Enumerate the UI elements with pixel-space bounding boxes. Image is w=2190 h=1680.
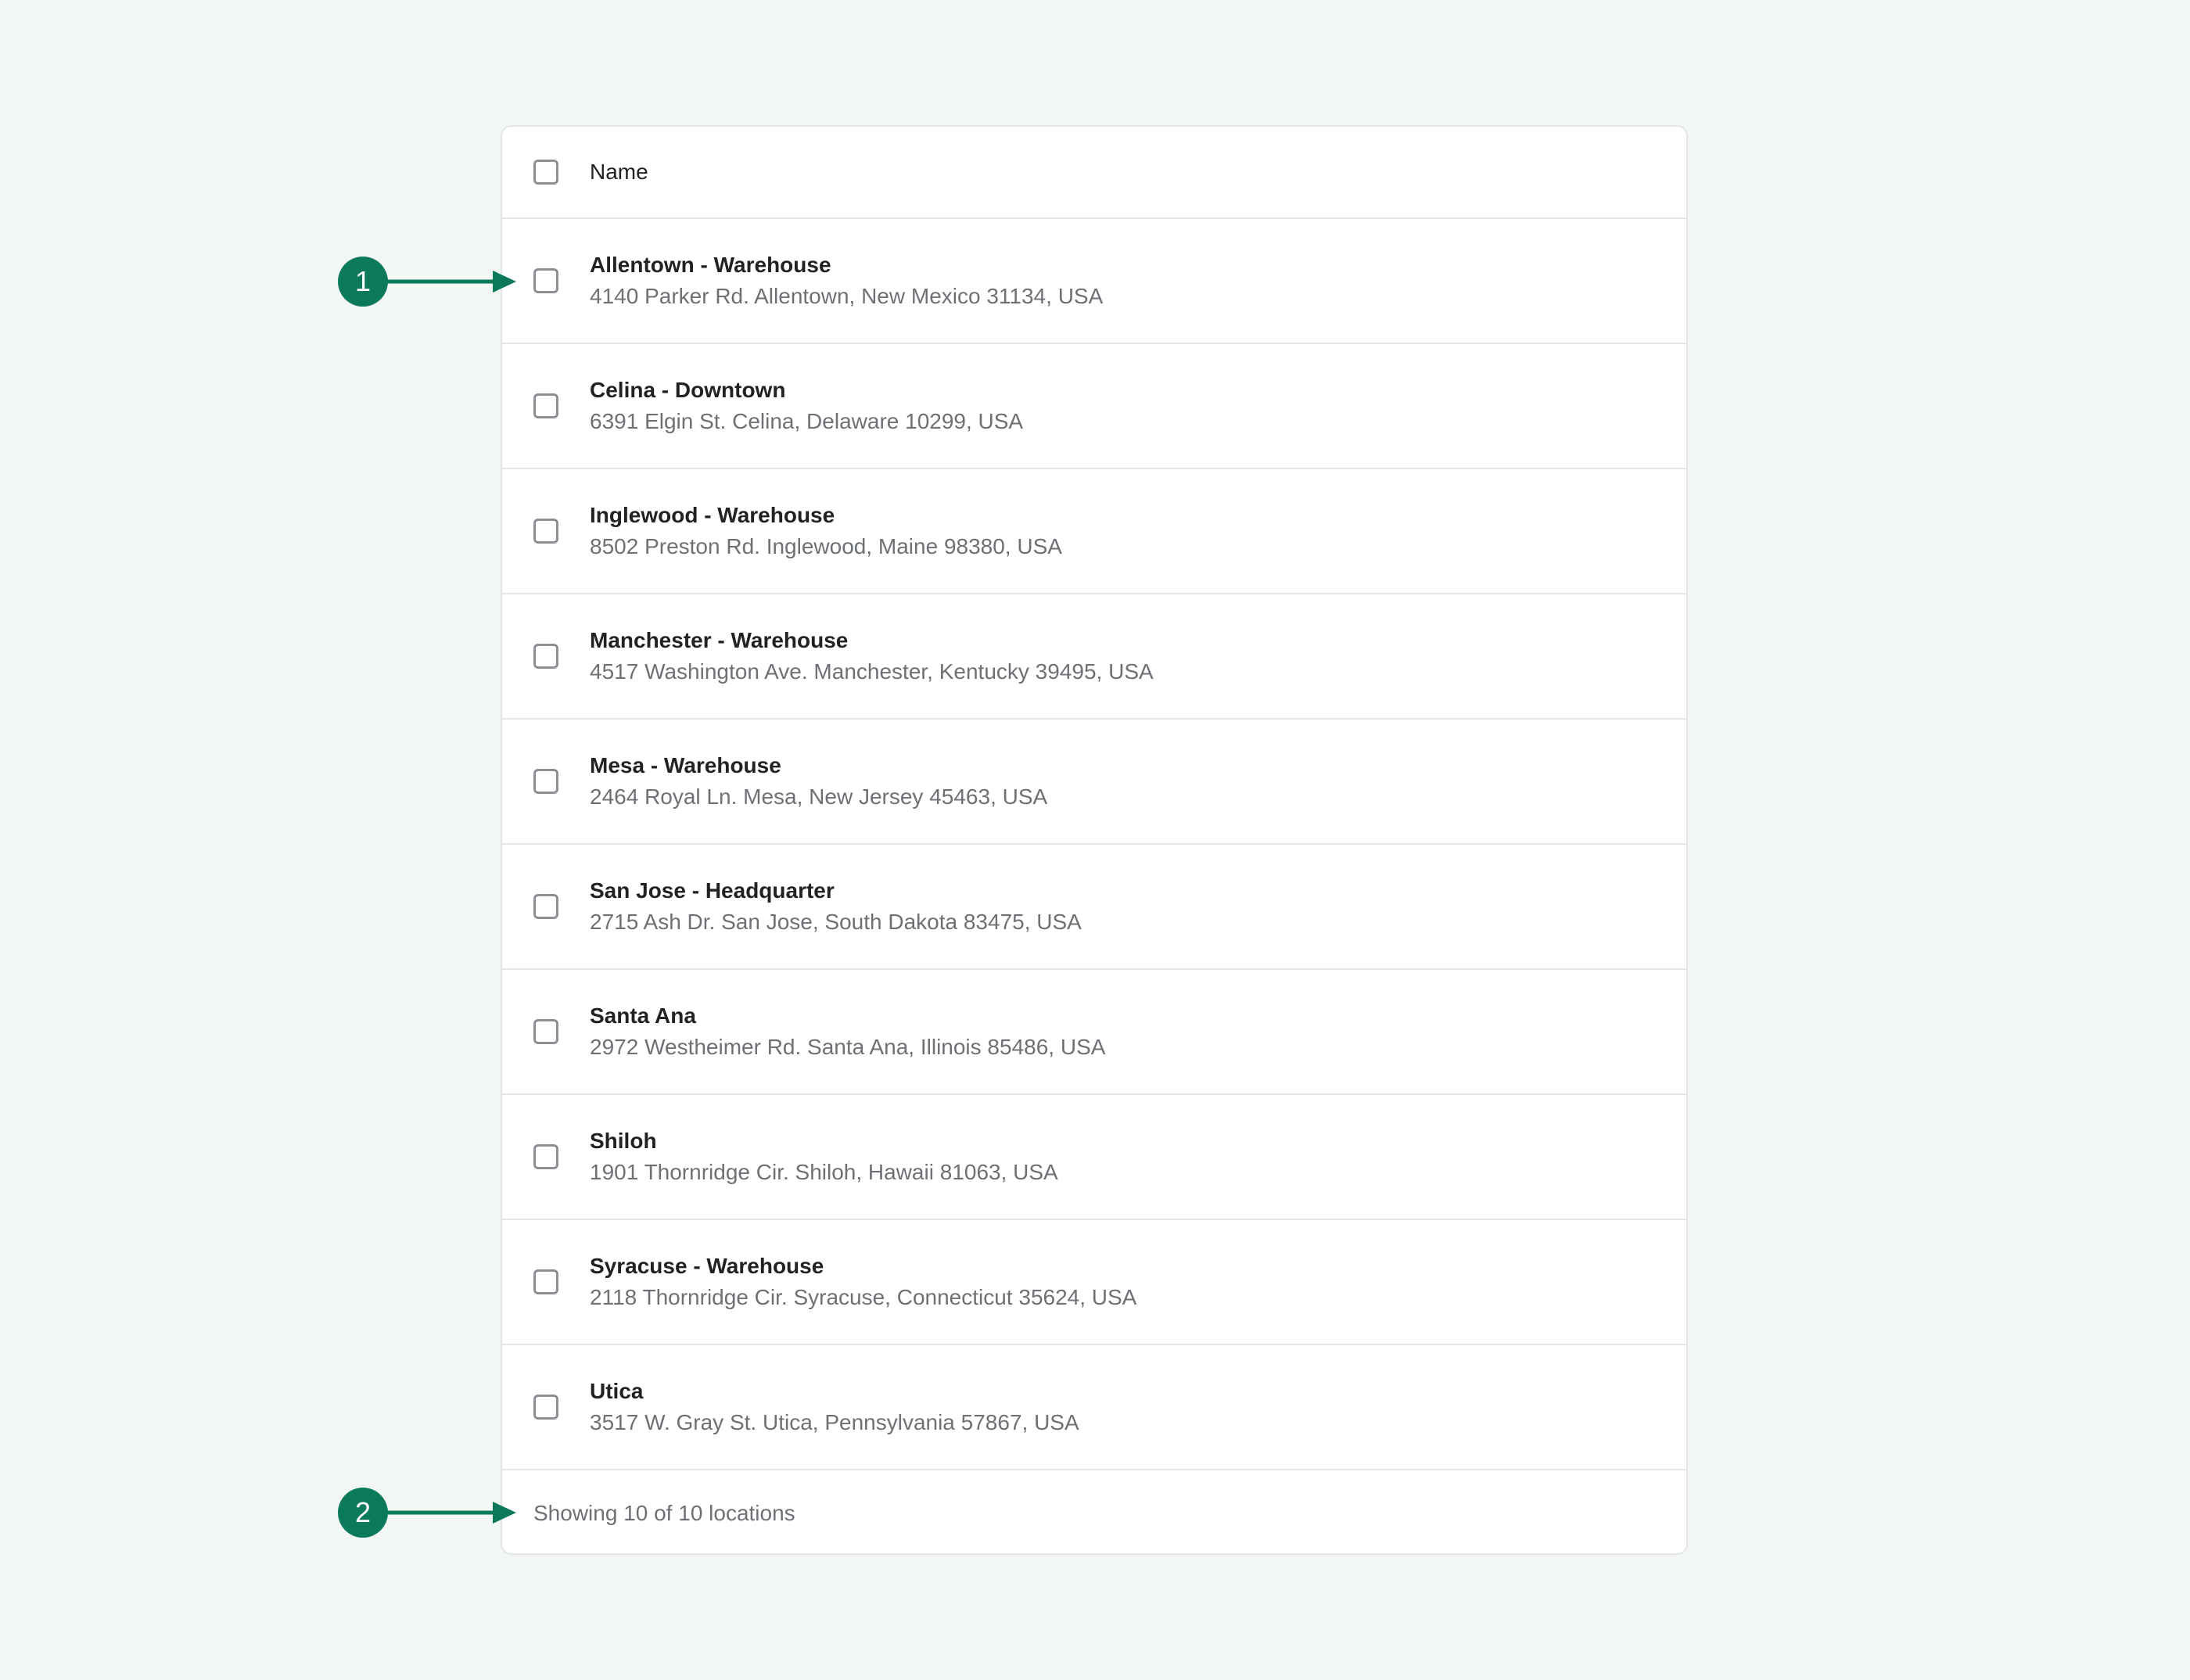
row-text: Shiloh 1901 Thornridge Cir. Shiloh, Hawai…	[590, 1125, 1058, 1188]
row-checkbox[interactable]	[533, 894, 558, 919]
location-name: Syracuse - Warehouse	[590, 1254, 824, 1278]
row-checkbox[interactable]	[533, 1269, 558, 1294]
callout-badge: 2	[338, 1488, 388, 1538]
callout-arrow-icon	[385, 1502, 516, 1524]
row-text: Manchester - Warehouse 4517 Washington Av…	[590, 625, 1154, 687]
location-address: 4517 Washington Ave. Manchester, Kentuck…	[590, 659, 1154, 684]
row-text: Syracuse - Warehouse 2118 Thornridge Cir.…	[590, 1251, 1136, 1313]
row-checkbox[interactable]	[533, 268, 558, 293]
table-row[interactable]: Santa Ana 2972 Westheimer Rd. Santa Ana, …	[502, 970, 1686, 1095]
table-body: Allentown - Warehouse 4140 Parker Rd. All…	[502, 219, 1686, 1470]
row-text: Celina - Downtown 6391 Elgin St. Celina, …	[590, 375, 1023, 437]
table-header: Name	[502, 127, 1686, 219]
row-checkbox[interactable]	[533, 1144, 558, 1169]
callout-2: 2	[338, 1488, 518, 1539]
table-row[interactable]: Allentown - Warehouse 4140 Parker Rd. All…	[502, 219, 1686, 344]
table-row[interactable]: San Jose - Headquarter 2715 Ash Dr. San J…	[502, 845, 1686, 970]
locations-table: Name Allentown - Warehouse 4140 Parker Rd…	[501, 125, 1688, 1555]
location-name: Shiloh	[590, 1129, 657, 1153]
select-all-checkbox[interactable]	[533, 160, 558, 185]
location-name: Santa Ana	[590, 1003, 696, 1028]
location-name: Inglewood - Warehouse	[590, 503, 835, 527]
row-checkbox[interactable]	[533, 519, 558, 544]
location-address: 2118 Thornridge Cir. Syracuse, Connectic…	[590, 1285, 1137, 1309]
location-address: 8502 Preston Rd. Inglewood, Maine 98380,…	[590, 534, 1062, 558]
row-text: Santa Ana 2972 Westheimer Rd. Santa Ana, …	[590, 1000, 1105, 1063]
row-checkbox[interactable]	[533, 1019, 558, 1044]
table-footer: Showing 10 of 10 locations	[502, 1470, 1686, 1553]
location-address: 1901 Thornridge Cir. Shiloh, Hawaii 8106…	[590, 1160, 1058, 1184]
location-address: 2715 Ash Dr. San Jose, South Dakota 8347…	[590, 910, 1082, 934]
table-row[interactable]: Syracuse - Warehouse 2118 Thornridge Cir.…	[502, 1220, 1686, 1345]
table-row[interactable]: Manchester - Warehouse 4517 Washington Av…	[502, 594, 1686, 720]
callout-badge: 1	[338, 257, 388, 307]
table-row[interactable]: Mesa - Warehouse 2464 Royal Ln. Mesa, New…	[502, 720, 1686, 845]
table-row[interactable]: Shiloh 1901 Thornridge Cir. Shiloh, Hawai…	[502, 1095, 1686, 1220]
showing-count-text: Showing 10 of 10 locations	[533, 1501, 795, 1525]
row-text: Allentown - Warehouse 4140 Parker Rd. All…	[590, 249, 1103, 312]
location-name: San Jose - Headquarter	[590, 878, 835, 903]
location-name: Celina - Downtown	[590, 378, 786, 402]
location-name: Mesa - Warehouse	[590, 753, 781, 777]
location-name: Utica	[590, 1379, 644, 1403]
row-text: San Jose - Headquarter 2715 Ash Dr. San J…	[590, 875, 1082, 938]
location-address: 6391 Elgin St. Celina, Delaware 10299, U…	[590, 409, 1024, 433]
table-row[interactable]: Celina - Downtown 6391 Elgin St. Celina, …	[502, 344, 1686, 469]
row-text: Mesa - Warehouse 2464 Royal Ln. Mesa, New…	[590, 750, 1047, 813]
row-checkbox[interactable]	[533, 393, 558, 418]
table-row[interactable]: Inglewood - Warehouse 8502 Preston Rd. In…	[502, 469, 1686, 594]
callout-arrow-icon	[385, 271, 516, 293]
location-address: 4140 Parker Rd. Allentown, New Mexico 31…	[590, 284, 1104, 308]
row-text: Utica 3517 W. Gray St. Utica, Pennsylvani…	[590, 1376, 1079, 1438]
row-checkbox[interactable]	[533, 769, 558, 794]
location-name: Allentown - Warehouse	[590, 253, 831, 277]
table-row[interactable]: Utica 3517 W. Gray St. Utica, Pennsylvani…	[502, 1345, 1686, 1470]
name-column-header: Name	[590, 160, 648, 184]
location-address: 3517 W. Gray St. Utica, Pennsylvania 578…	[590, 1410, 1079, 1434]
row-checkbox[interactable]	[533, 644, 558, 669]
row-text: Inglewood - Warehouse 8502 Preston Rd. In…	[590, 500, 1062, 562]
row-checkbox[interactable]	[533, 1395, 558, 1420]
location-name: Manchester - Warehouse	[590, 628, 849, 652]
location-address: 2972 Westheimer Rd. Santa Ana, Illinois …	[590, 1035, 1106, 1059]
callout-1: 1	[338, 257, 518, 308]
location-address: 2464 Royal Ln. Mesa, New Jersey 45463, U…	[590, 784, 1048, 809]
